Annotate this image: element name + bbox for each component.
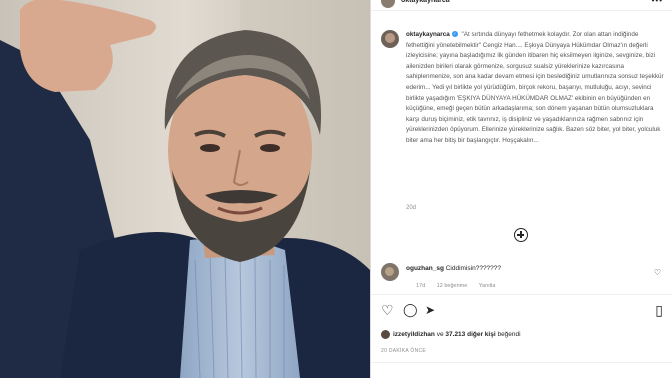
comment-item: oguzhan_sg Ciddimisin??????? 17d 12 beğe… <box>381 263 663 293</box>
caption-time: 20d <box>406 205 417 211</box>
liker-avatar[interactable] <box>381 330 390 339</box>
comment-avatar[interactable] <box>381 263 399 281</box>
comment-heart-icon[interactable]: ♡ <box>654 268 661 277</box>
bookmark-icon[interactable]: ▯ <box>655 302 663 318</box>
comment-body: oguzhan_sg Ciddimisin??????? <box>406 265 501 272</box>
heart-icon[interactable]: ♡ <box>381 302 394 318</box>
portrait-image <box>0 0 370 378</box>
comment-likes[interactable]: 12 beğenme <box>437 283 468 289</box>
post-date: 20 DAKİKA ÖNCE <box>381 348 427 354</box>
comment-meta: 17d 12 beğenme Yanıtla <box>416 283 505 289</box>
likes-suffix: beğendi <box>497 331 521 339</box>
divider <box>371 294 672 295</box>
share-icon[interactable]: ➤ <box>425 302 435 318</box>
comment-text: Ciddimisin??????? <box>445 265 502 272</box>
post-header: oktaykaynarca ••• <box>371 0 672 11</box>
comment-icon[interactable]: ◯ <box>403 302 418 318</box>
liker-username[interactable]: izzetyildizhan <box>393 331 435 338</box>
caption-username[interactable]: oktaykaynarca <box>406 31 450 38</box>
likes-count[interactable]: 37.213 diğer kişi <box>445 331 495 338</box>
header-avatar[interactable] <box>381 0 395 8</box>
instagram-post: oktaykaynarca ••• oktaykaynarca ✓ "At sır… <box>0 0 672 378</box>
comment-time: 17d <box>416 283 426 289</box>
post-photo[interactable] <box>0 0 370 378</box>
caption-avatar[interactable] <box>381 30 399 48</box>
caption-body: oktaykaynarca ✓ "At sırtında dünyayı feth… <box>406 30 668 147</box>
header-username[interactable]: oktaykaynarca <box>401 0 450 4</box>
divider-bottom <box>371 362 672 363</box>
likes-summary: izzetyildizhan ve 37.213 diğer kişi beğe… <box>381 330 521 339</box>
caption-text: "At sırtında dünyayı fethetmek kolaydır.… <box>406 31 664 144</box>
verified-badge-icon: ✓ <box>451 31 458 38</box>
comment-username[interactable]: oguzhan_sg <box>406 265 444 272</box>
action-bar: ♡ ◯ ➤ ▯ <box>379 302 665 320</box>
load-more-comments-button[interactable] <box>514 228 528 242</box>
likes-connector: ve <box>436 331 444 339</box>
comment-reply[interactable]: Yanıtla <box>479 283 496 289</box>
post-side-panel: oktaykaynarca ••• oktaykaynarca ✓ "At sır… <box>370 0 672 378</box>
more-dots-icon[interactable]: ••• <box>652 0 663 5</box>
